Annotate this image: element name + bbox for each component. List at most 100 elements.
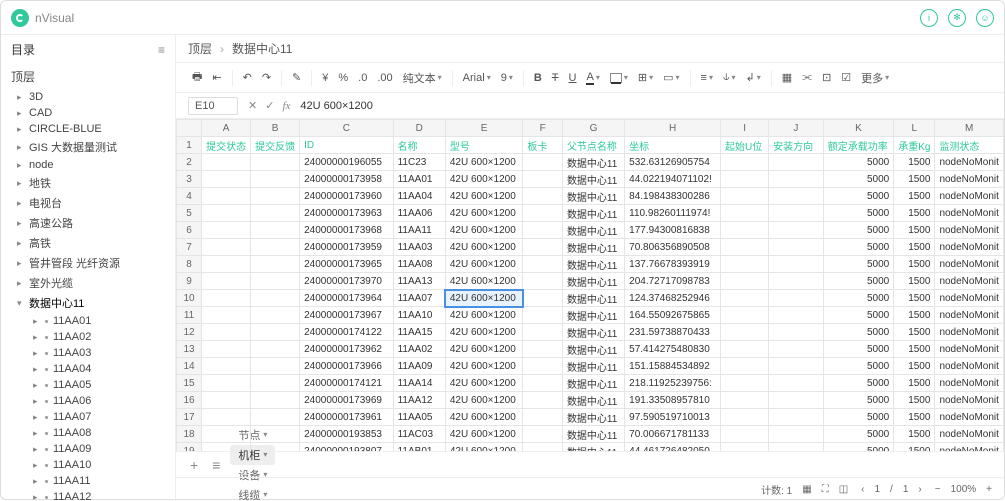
breadcrumb-part[interactable]: 顶层 bbox=[188, 40, 212, 57]
row-header[interactable]: 19 bbox=[177, 443, 202, 452]
row-header[interactable]: 10 bbox=[177, 290, 202, 307]
header-cell[interactable]: 安装方向 bbox=[769, 137, 824, 154]
tree-item[interactable]: ▸高铁 bbox=[1, 233, 175, 253]
row-header[interactable]: 13 bbox=[177, 341, 202, 358]
tree-item[interactable]: ▸室外光缆 bbox=[1, 273, 175, 293]
col-header[interactable]: J bbox=[769, 120, 824, 137]
tree-item[interactable]: ▸地铁 bbox=[1, 173, 175, 193]
header-cell[interactable]: ID bbox=[300, 137, 394, 154]
underline-button[interactable]: U bbox=[565, 70, 581, 86]
tree-item[interactable]: ▸11AA11 bbox=[1, 473, 175, 489]
tree-item[interactable]: ▸CAD bbox=[1, 105, 175, 121]
more-button[interactable]: 更多▾ bbox=[857, 68, 893, 88]
strikethrough-button[interactable]: T bbox=[548, 70, 563, 86]
increase-decimal-button[interactable]: .00 bbox=[373, 70, 396, 86]
decrease-decimal-button[interactable]: .0 bbox=[354, 70, 371, 86]
tree-item[interactable]: ▸3D bbox=[1, 89, 175, 105]
merge-button[interactable]: ▭▾ bbox=[659, 69, 683, 86]
tree-item[interactable]: ▸11AA02 bbox=[1, 329, 175, 345]
row-header[interactable]: 18 bbox=[177, 426, 202, 443]
tree-item[interactable]: ▸11AA08 bbox=[1, 425, 175, 441]
tree-item[interactable]: ▸11AA01 bbox=[1, 313, 175, 329]
col-header[interactable]: G bbox=[562, 120, 624, 137]
cancel-icon[interactable]: ✕ bbox=[248, 99, 257, 112]
fill-color-button[interactable]: ▾ bbox=[606, 71, 632, 85]
header-cell[interactable]: 承重Kg bbox=[894, 137, 935, 154]
col-header[interactable]: H bbox=[625, 120, 721, 137]
bold-button[interactable]: B bbox=[530, 70, 546, 86]
wrap-button[interactable]: ↲▾ bbox=[742, 69, 765, 86]
redo-button[interactable]: ↷ bbox=[258, 69, 275, 86]
tree-item[interactable]: ▸node bbox=[1, 157, 175, 173]
fx-icon[interactable]: fx bbox=[282, 100, 290, 112]
row-header[interactable]: 9 bbox=[177, 273, 202, 290]
borders-button[interactable]: ⊞▾ bbox=[634, 69, 657, 86]
col-header[interactable]: I bbox=[721, 120, 769, 137]
spreadsheet[interactable]: ABCDEFGHIJKLM1提交状态提交反馈ID名称型号板卡父节点名称坐标起始U… bbox=[176, 119, 1004, 451]
validation-button[interactable]: ☑ bbox=[837, 69, 855, 86]
header-cell[interactable]: 坐标 bbox=[625, 137, 721, 154]
confirm-icon[interactable]: ✓ bbox=[265, 99, 274, 112]
tree-item[interactable]: ▸11AA06 bbox=[1, 393, 175, 409]
format-painter-button[interactable]: ✎ bbox=[288, 69, 305, 86]
info-icon[interactable]: i bbox=[920, 9, 938, 27]
col-header[interactable]: C bbox=[300, 120, 394, 137]
font-select[interactable]: Arial▾ bbox=[459, 70, 495, 86]
row-header[interactable]: 16 bbox=[177, 392, 202, 409]
tree-item[interactable]: ▸11AA03 bbox=[1, 345, 175, 361]
col-header[interactable]: D bbox=[393, 120, 445, 137]
tree-item[interactable]: ▸11AA10 bbox=[1, 457, 175, 473]
page-next[interactable]: › bbox=[915, 484, 924, 495]
format-select[interactable]: 纯文本▾ bbox=[399, 68, 446, 88]
row-header[interactable]: 3 bbox=[177, 171, 202, 188]
text-color-button[interactable]: A▾ bbox=[582, 69, 603, 87]
freeze-button[interactable]: ▦ bbox=[778, 69, 796, 86]
user-icon[interactable]: ☺ bbox=[976, 9, 994, 27]
row-header[interactable]: 17 bbox=[177, 409, 202, 426]
image-button[interactable]: ⊡ bbox=[818, 69, 835, 86]
sheet-menu-button[interactable]: ≡ bbox=[208, 457, 224, 473]
size-select[interactable]: 9▾ bbox=[497, 70, 517, 86]
tree-item[interactable]: ▸11AA09 bbox=[1, 441, 175, 457]
col-header[interactable]: A bbox=[202, 120, 251, 137]
tree-item[interactable]: ▸GIS 大数据量测试 bbox=[1, 137, 175, 157]
row-header[interactable]: 5 bbox=[177, 205, 202, 222]
tree-item[interactable]: ▸11AA05 bbox=[1, 377, 175, 393]
align-h-button[interactable]: ≡▾ bbox=[697, 70, 717, 86]
header-cell[interactable]: 提交反馈 bbox=[251, 137, 300, 154]
cell-reference[interactable]: E10 bbox=[188, 97, 238, 115]
row-header[interactable]: 1 bbox=[177, 137, 202, 154]
percent-button[interactable]: % bbox=[334, 70, 352, 86]
row-header[interactable]: 11 bbox=[177, 307, 202, 324]
row-header[interactable]: 14 bbox=[177, 358, 202, 375]
sidebar-menu-icon[interactable]: ≡ bbox=[158, 43, 165, 57]
undo-button[interactable]: ↶ bbox=[239, 69, 256, 86]
header-cell[interactable]: 额定承载功率 bbox=[823, 137, 894, 154]
row-header[interactable]: 7 bbox=[177, 239, 202, 256]
row-header[interactable]: 12 bbox=[177, 324, 202, 341]
header-cell[interactable]: 监测状态 bbox=[935, 137, 1004, 154]
reading-icon[interactable]: ◫ bbox=[839, 484, 848, 495]
row-header[interactable]: 6 bbox=[177, 222, 202, 239]
export-button[interactable]: ⇤ bbox=[208, 69, 225, 86]
row-header[interactable]: 8 bbox=[177, 256, 202, 273]
header-cell[interactable]: 板卡 bbox=[523, 137, 563, 154]
sidebar-root[interactable]: 顶层 bbox=[1, 64, 175, 89]
breadcrumb-part[interactable]: 数据中心11 bbox=[232, 40, 292, 57]
header-cell[interactable]: 父节点名称 bbox=[562, 137, 624, 154]
row-header[interactable]: 2 bbox=[177, 154, 202, 171]
col-header[interactable]: K bbox=[823, 120, 894, 137]
currency-button[interactable]: ¥ bbox=[318, 70, 332, 86]
row-header[interactable]: 15 bbox=[177, 375, 202, 392]
tree-item[interactable]: ▸CIRCLE-BLUE bbox=[1, 121, 175, 137]
col-header[interactable]: L bbox=[894, 120, 935, 137]
col-header[interactable]: E bbox=[445, 120, 522, 137]
add-sheet-button[interactable]: + bbox=[186, 457, 202, 473]
header-cell[interactable]: 提交状态 bbox=[202, 137, 251, 154]
settings-icon[interactable]: ✻ bbox=[948, 9, 966, 27]
formula-value[interactable]: 42U 600×1200 bbox=[300, 100, 992, 112]
tree-item[interactable]: ▸11AA04 bbox=[1, 361, 175, 377]
grid-icon[interactable]: ▦ bbox=[802, 484, 811, 495]
tree-item[interactable]: ▸管井管段 光纤资源 bbox=[1, 253, 175, 273]
align-v-button[interactable]: ⫝▾ bbox=[719, 69, 740, 86]
